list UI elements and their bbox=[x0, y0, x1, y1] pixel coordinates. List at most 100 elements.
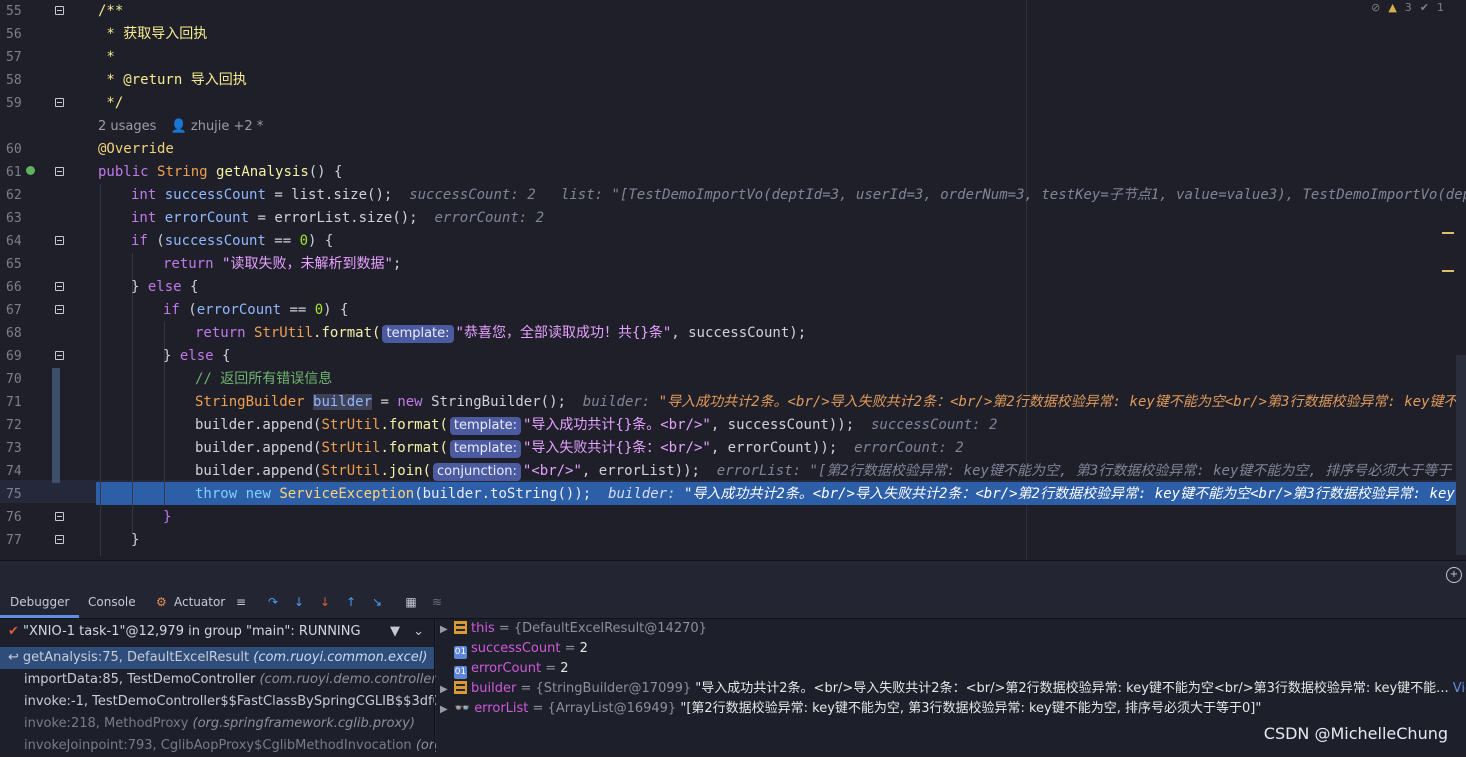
code-line-74: builder.append(StrUtil.join(conjunction:… bbox=[195, 463, 1452, 481]
stack-frame[interactable]: invoke:218, MethodProxy (org.springframe… bbox=[0, 713, 458, 735]
variable-row[interactable]: ▶ 👓 errorList = {ArrayList@16949} "[第2行数据校… bbox=[436, 699, 1466, 719]
line-number: 62 bbox=[6, 188, 22, 203]
step-out-icon[interactable]: ↑ bbox=[344, 595, 358, 609]
code-line-55: /** bbox=[98, 3, 124, 19]
inline-debug-value: builder: bbox=[582, 394, 651, 410]
code-line-61: public String getAnalysis() { bbox=[98, 164, 343, 180]
inline-debug-value: successCount: 2 bbox=[870, 417, 998, 433]
code-line-59: */ bbox=[98, 95, 124, 111]
scroll-marker[interactable] bbox=[1442, 270, 1454, 272]
code-vision-usages[interactable]: 2 usages 👤 zhujie +2 * bbox=[98, 115, 263, 138]
inspection-widget[interactable]: ⊘ ▲ 3 ✔ 1 bbox=[1371, 0, 1444, 14]
object-icon bbox=[454, 621, 467, 634]
code-line-62: int successCount = list.size(); successC… bbox=[131, 184, 1466, 207]
code-line-68: return StrUtil.format(template: "恭喜您，全部读取… bbox=[195, 325, 807, 343]
return-icon: ↩ bbox=[8, 650, 19, 665]
actuator-icon: ⚙ bbox=[156, 595, 167, 609]
fold-icon[interactable] bbox=[55, 282, 64, 291]
usages-authors[interactable]: zhujie +2 * bbox=[191, 119, 263, 134]
inline-debug-value: successCount: 2 bbox=[409, 187, 536, 203]
run-to-cursor-icon[interactable]: ↘ bbox=[370, 595, 384, 609]
code-line-65: return "读取失败，未解析到数据"; bbox=[163, 256, 402, 272]
code-line-75: throw new ServiceException(builder.toStr… bbox=[195, 486, 1455, 502]
code-line-60: @Override bbox=[98, 141, 174, 157]
frames-panel: ✔ "XNIO-1 task-1"@12,979 in group "main"… bbox=[0, 619, 457, 753]
line-number: 70 bbox=[6, 372, 22, 387]
code-line-66: } else { bbox=[131, 279, 199, 295]
thread-label: "XNIO-1 task-1"@12,979 in group "main": … bbox=[23, 624, 361, 639]
object-icon bbox=[454, 681, 467, 694]
code-line-72: builder.append(StrUtil.format(template: "… bbox=[195, 417, 998, 435]
variable-row[interactable]: ▶ this = {DefaultExcelResult@14270} bbox=[436, 619, 1466, 639]
line-number: 72 bbox=[6, 418, 22, 433]
fold-icon[interactable] bbox=[55, 236, 64, 245]
stack-frame[interactable]: importData:85, TestDemoController (com.r… bbox=[0, 669, 458, 691]
debug-toolbar: Debugger Console ⚙ Actuator ≡ ↷ ↓ ↓ ↑ ↘ … bbox=[0, 588, 1466, 619]
view-link[interactable]: View bbox=[1453, 681, 1466, 696]
editor-scrollbar[interactable] bbox=[1456, 355, 1466, 555]
line-number: 64 bbox=[6, 234, 22, 249]
parameter-hint: template: bbox=[382, 325, 454, 343]
trace-stream-icon[interactable]: ≋ bbox=[430, 595, 444, 609]
variable-row[interactable]: 01 errorCount = 2 bbox=[436, 659, 1466, 679]
code-line-58: * @return 导入回执 bbox=[98, 72, 247, 88]
line-number: 67 bbox=[6, 303, 22, 318]
fold-icon[interactable] bbox=[55, 535, 64, 544]
inline-debug-value: errorCount: 2 bbox=[854, 440, 964, 456]
variable-row[interactable]: 01 successCount = 2 bbox=[436, 639, 1466, 659]
tab-debugger[interactable]: Debugger bbox=[0, 595, 80, 618]
indent-guide bbox=[100, 184, 101, 556]
line-number: 59 bbox=[6, 96, 22, 111]
step-into-icon[interactable]: ↓ bbox=[292, 595, 306, 609]
fold-icon[interactable] bbox=[55, 305, 64, 314]
code-editor[interactable]: 55 56 57 58 59 60 61 62 63 64 65 66 67 6… bbox=[0, 0, 1466, 560]
chevron-down-icon[interactable]: ⌄ bbox=[413, 619, 424, 645]
reader-mode-icon[interactable]: ⊘ bbox=[1371, 1, 1380, 14]
inline-debug-value: errorList: "[第2行数据校验异常: key键不能为空, 第3行数据校… bbox=[716, 463, 1452, 479]
line-number: 65 bbox=[6, 257, 22, 272]
fold-icon[interactable] bbox=[55, 512, 64, 521]
inline-debug-value: list: "[TestDemoImportVo(deptId=3, userI… bbox=[560, 187, 1466, 203]
fold-icon[interactable] bbox=[55, 167, 64, 176]
line-number: 55 bbox=[6, 4, 22, 19]
stack-frame[interactable]: ↩ getAnalysis:75, DefaultExcelResult (com… bbox=[0, 647, 434, 669]
inline-debug-value: "导入成功共计2条。<br/>导入失败共计2条：<br/>第2行数据校验异常: … bbox=[683, 486, 1455, 502]
line-number: 61 bbox=[6, 165, 22, 180]
thread-selector[interactable]: ✔ "XNIO-1 task-1"@12,979 in group "main"… bbox=[0, 619, 434, 645]
primitive-icon: 01 bbox=[454, 646, 467, 659]
filter-icon[interactable]: ▼ bbox=[390, 619, 400, 645]
stack-frame[interactable]: invokeJoinpoint:793, CglibAopProxy$Cglib… bbox=[0, 735, 458, 757]
fold-icon[interactable] bbox=[55, 351, 64, 360]
scroll-marker[interactable] bbox=[1442, 232, 1454, 234]
force-step-into-icon[interactable]: ↓ bbox=[318, 595, 332, 609]
expand-icon[interactable]: ▶ bbox=[440, 700, 454, 720]
expand-icon[interactable]: ▶ bbox=[440, 680, 454, 700]
line-number: 58 bbox=[6, 73, 22, 88]
tab-console[interactable]: Console bbox=[88, 595, 136, 609]
panel-divider[interactable] bbox=[434, 619, 435, 753]
watermark: CSDN @MichelleChung bbox=[1263, 724, 1448, 743]
warning-count: 3 bbox=[1404, 0, 1412, 14]
evaluate-expression-icon[interactable]: ▦ bbox=[404, 595, 418, 609]
thread-check-icon: ✔ bbox=[8, 624, 19, 639]
inline-debug-value: errorCount: 2 bbox=[434, 210, 545, 226]
override-gutter-icon[interactable] bbox=[26, 166, 35, 175]
fold-icon[interactable] bbox=[55, 6, 64, 15]
settings-icon[interactable]: + bbox=[1446, 567, 1462, 583]
usages-count[interactable]: 2 usages bbox=[98, 119, 156, 134]
tab-actuator[interactable]: Actuator bbox=[174, 595, 225, 609]
code-line-71: StringBuilder builder = new StringBuilde… bbox=[195, 394, 1458, 410]
user-icon: 👤 bbox=[170, 119, 187, 134]
inline-debug-value: builder: bbox=[608, 486, 676, 502]
variable-row[interactable]: ▶ builder = {StringBuilder@17099} "导入成功共计… bbox=[436, 679, 1466, 699]
primitive-icon: 01 bbox=[454, 666, 467, 679]
layout-menu-icon[interactable]: ≡ bbox=[234, 595, 248, 609]
parameter-hint: template: bbox=[449, 440, 521, 458]
expand-icon[interactable]: ▶ bbox=[440, 620, 454, 640]
fold-icon[interactable] bbox=[55, 98, 64, 107]
stack-frame[interactable]: invoke:-1, TestDemoController$$FastClass… bbox=[0, 691, 458, 713]
step-over-icon[interactable]: ↷ bbox=[266, 595, 280, 609]
parameter-hint: template: bbox=[449, 417, 521, 435]
code-line-76: } bbox=[163, 509, 172, 525]
line-number: 76 bbox=[6, 510, 22, 525]
